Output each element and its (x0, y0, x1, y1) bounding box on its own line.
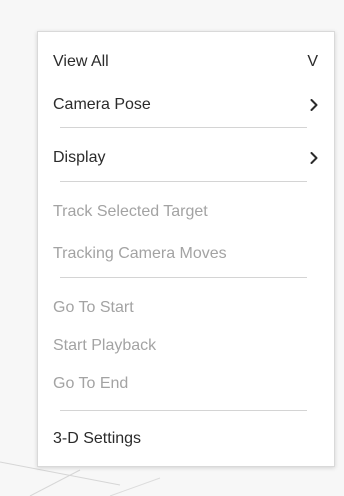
menu-separator (60, 181, 307, 182)
menu-item-label: Track Selected Target (53, 203, 208, 220)
chevron-right-icon (308, 150, 320, 166)
viewport-3d-canvas[interactable]: View All V Camera Pose Display Track Sel… (0, 0, 344, 496)
menu-item-tracking-camera-moves: Tracking Camera Moves (53, 240, 320, 268)
menu-item-label: Camera Pose (53, 96, 151, 113)
chevron-right-icon (308, 97, 320, 113)
menu-item-label: Go To End (53, 375, 129, 392)
menu-item-camera-pose[interactable]: Camera Pose (53, 91, 320, 119)
menu-item-go-to-end: Go To End (53, 370, 320, 398)
menu-item-display[interactable]: Display (53, 144, 320, 172)
menu-item-label: Display (53, 149, 106, 166)
menu-separator (60, 277, 307, 278)
menu-item-3d-settings[interactable]: 3-D Settings (53, 425, 320, 453)
context-menu: View All V Camera Pose Display Track Sel… (37, 31, 335, 467)
menu-item-start-playback: Start Playback (53, 332, 320, 360)
menu-separator (60, 127, 307, 128)
menu-item-label: Tracking Camera Moves (53, 245, 227, 262)
shortcut-key: V (307, 53, 318, 70)
menu-item-label: View All (53, 53, 109, 70)
menu-item-go-to-start: Go To Start (53, 294, 320, 322)
menu-separator (60, 410, 307, 411)
menu-item-track-selected-target: Track Selected Target (53, 198, 320, 226)
menu-item-label: 3-D Settings (53, 430, 142, 447)
menu-item-label: Start Playback (53, 337, 157, 354)
menu-item-view-all[interactable]: View All V (53, 48, 320, 76)
menu-item-label: Go To Start (53, 299, 134, 316)
